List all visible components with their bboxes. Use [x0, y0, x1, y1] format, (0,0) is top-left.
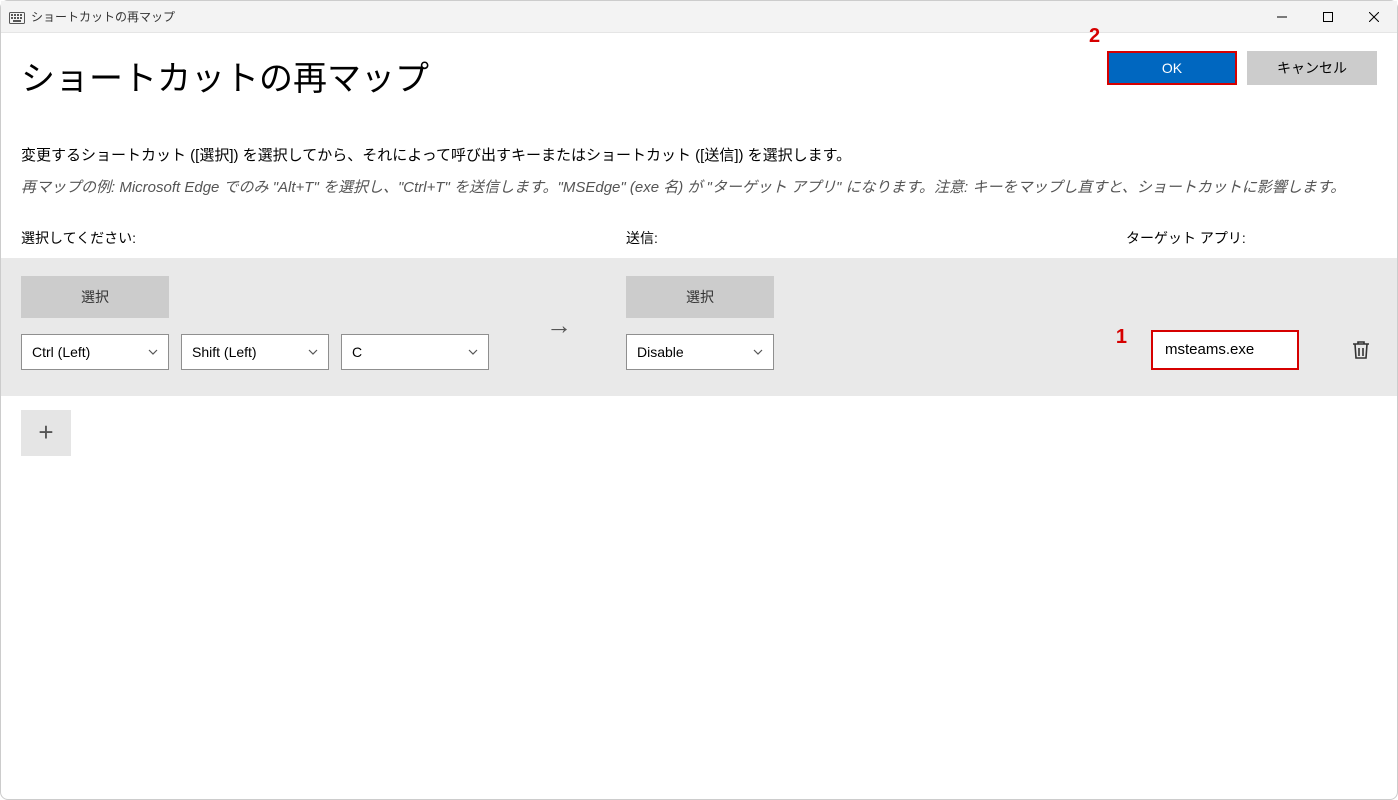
key-dropdown-3-value: C [352, 344, 362, 360]
mapping-row: 選択 Ctrl (Left) Shift (Left) C → [1, 258, 1397, 396]
key-dropdown-1[interactable]: Ctrl (Left) [21, 334, 169, 370]
arrow-icon: → [546, 310, 572, 341]
target-app-input[interactable]: msteams.exe [1151, 330, 1299, 370]
chevron-down-icon [468, 347, 478, 357]
key-dropdown-3[interactable]: C [341, 334, 489, 370]
plus-icon: + [38, 417, 53, 448]
maximize-button[interactable] [1305, 1, 1351, 33]
send-key-dropdown[interactable]: Disable [626, 334, 774, 370]
trash-icon [1349, 338, 1373, 362]
column-header-select: 選択してください: [21, 228, 626, 248]
minimize-button[interactable] [1259, 1, 1305, 33]
key-dropdown-2[interactable]: Shift (Left) [181, 334, 329, 370]
window-title: ショートカットの再マップ [31, 8, 175, 25]
column-header-send: 送信: [626, 228, 1126, 248]
window-controls [1259, 1, 1397, 32]
send-select-button[interactable]: 選択 [626, 276, 774, 318]
target-app-value: msteams.exe [1165, 341, 1254, 358]
page-title: ショートカットの再マップ [21, 51, 429, 100]
add-mapping-button[interactable]: + [21, 410, 71, 456]
delete-row-button[interactable] [1349, 338, 1373, 362]
cancel-button[interactable]: キャンセル [1247, 51, 1377, 85]
keyboard-icon [9, 11, 25, 23]
key-dropdown-1-value: Ctrl (Left) [32, 344, 90, 360]
send-key-value: Disable [637, 344, 684, 360]
chevron-down-icon [753, 347, 763, 357]
example-text: 再マップの例: Microsoft Edge でのみ "Alt+T" を選択し、… [21, 177, 1377, 200]
column-header-target: ターゲット アプリ: [1126, 228, 1377, 248]
ok-button[interactable]: OK [1107, 51, 1237, 85]
key-dropdown-2-value: Shift (Left) [192, 344, 257, 360]
chevron-down-icon [308, 347, 318, 357]
title-bar: ショートカットの再マップ [1, 1, 1397, 33]
chevron-down-icon [148, 347, 158, 357]
close-button[interactable] [1351, 1, 1397, 33]
select-shortcut-button[interactable]: 選択 [21, 276, 169, 318]
instructions-text: 変更するショートカット ([選択]) を選択してから、それによって呼び出すキーま… [21, 144, 1377, 165]
